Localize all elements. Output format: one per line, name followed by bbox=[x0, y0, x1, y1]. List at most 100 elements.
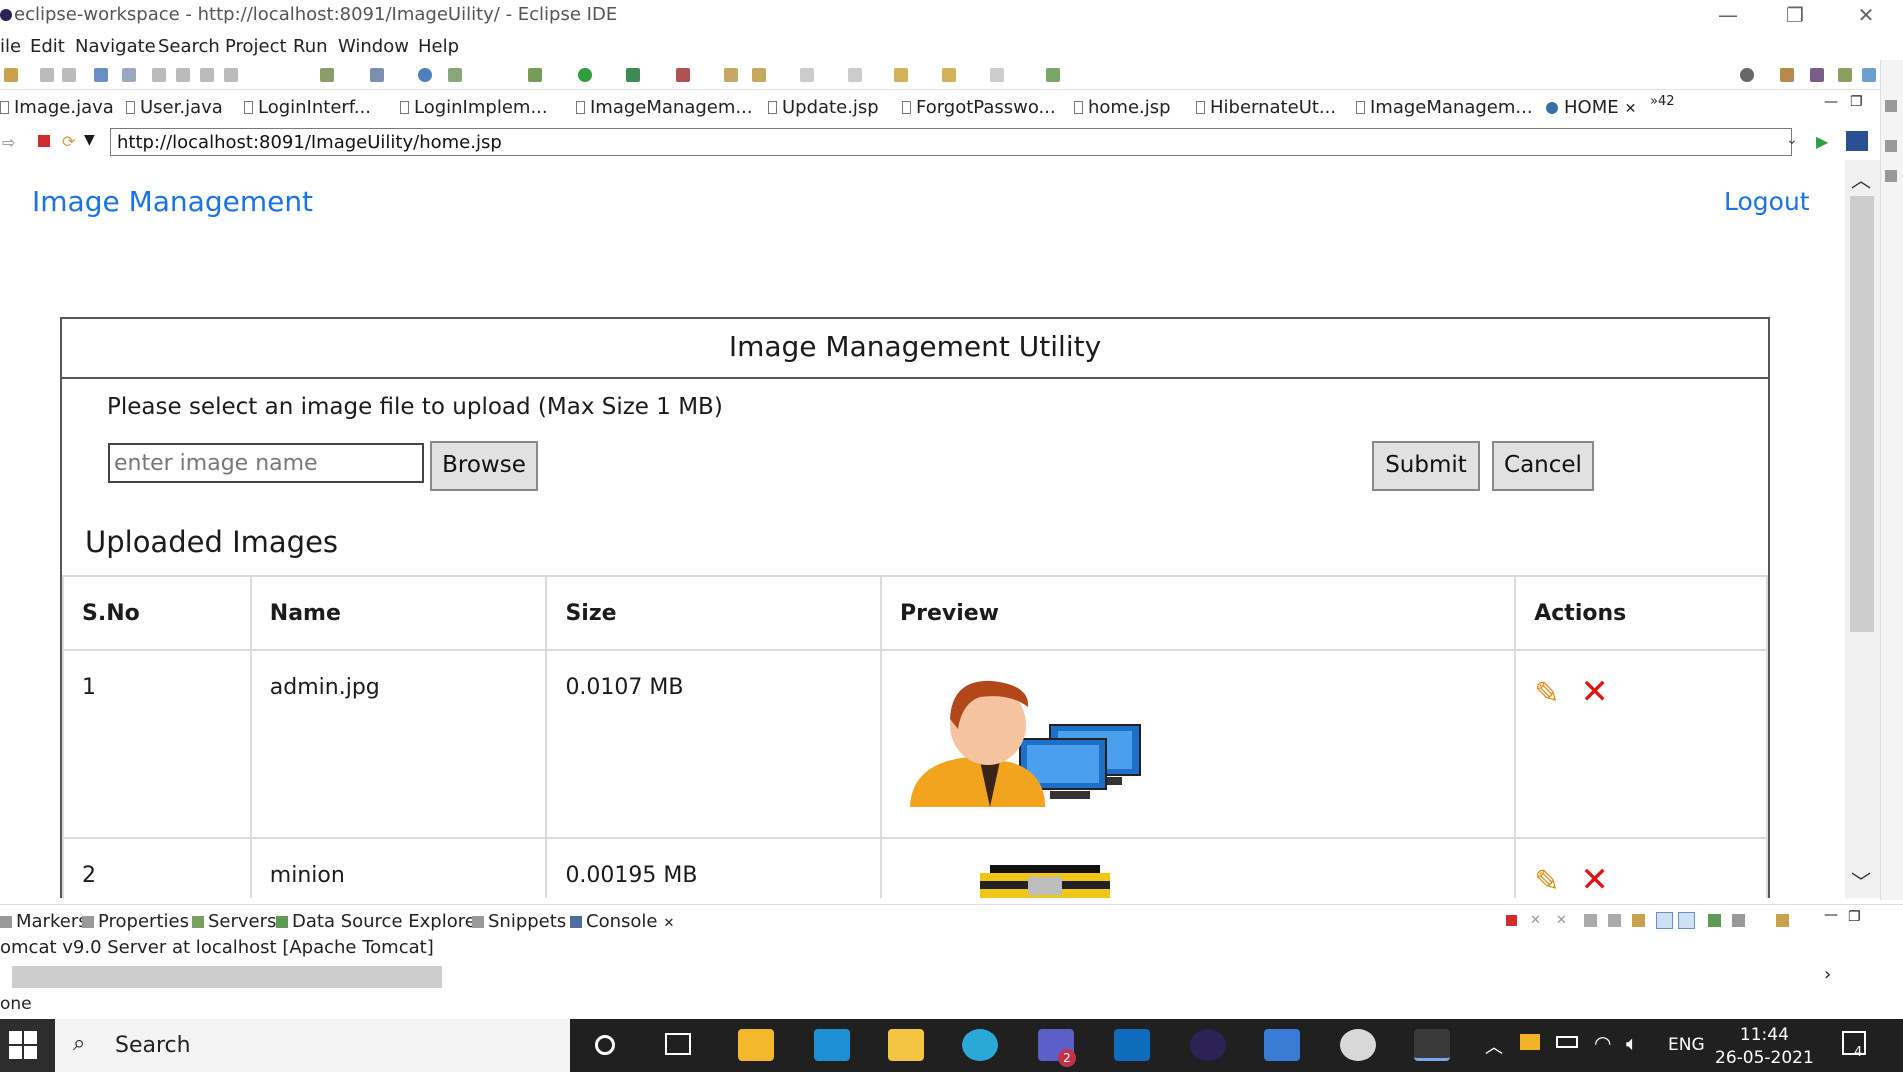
open-type-icon[interactable] bbox=[724, 68, 738, 82]
page-vertical-scrollbar[interactable]: ︿ ﹀ bbox=[1845, 160, 1880, 898]
scroll-down-chevron-icon[interactable]: ﹀ bbox=[1851, 866, 1871, 895]
menu-help[interactable]: Help bbox=[418, 36, 459, 57]
delete-x-icon[interactable]: ✕ bbox=[1580, 675, 1609, 709]
web-browser-icon[interactable] bbox=[1846, 131, 1868, 151]
java-ee-perspective-icon[interactable] bbox=[1810, 68, 1824, 82]
console-horizontal-scrollbar[interactable]: › bbox=[0, 964, 1845, 990]
tab-logininterf[interactable]: LoginInterf... bbox=[244, 97, 371, 118]
display-console-icon[interactable] bbox=[1732, 914, 1745, 927]
file-explorer-icon[interactable] bbox=[888, 1029, 924, 1061]
taskbar-search-box[interactable]: ⌕ Search bbox=[55, 1019, 570, 1072]
resume-icon[interactable] bbox=[152, 68, 166, 82]
browser-forward-icon[interactable]: ⇨ bbox=[2, 133, 15, 152]
tab-overflow[interactable]: »42 bbox=[1650, 94, 1675, 109]
tab-markers[interactable]: Markers bbox=[0, 911, 88, 932]
external-tools-icon[interactable] bbox=[676, 68, 690, 82]
clear-console-icon[interactable] bbox=[1584, 914, 1597, 927]
store-app-icon[interactable] bbox=[738, 1029, 774, 1061]
submit-button[interactable]: Submit bbox=[1372, 441, 1480, 491]
pin-console-icon[interactable] bbox=[1708, 914, 1721, 927]
mail-notify-icon[interactable] bbox=[1520, 1034, 1540, 1050]
terminate-console-icon[interactable] bbox=[1506, 915, 1517, 926]
last-edit-icon[interactable] bbox=[894, 68, 908, 82]
photos-app-icon[interactable] bbox=[1264, 1029, 1300, 1061]
open-console-icon[interactable] bbox=[1776, 914, 1789, 927]
minimize-view-icon[interactable]: — bbox=[1824, 907, 1838, 923]
cancel-button[interactable]: Cancel bbox=[1492, 441, 1594, 491]
disconnect-icon[interactable] bbox=[224, 68, 238, 82]
forward-icon[interactable] bbox=[990, 68, 1004, 82]
edge-browser-icon[interactable] bbox=[962, 1029, 998, 1061]
cortana-icon[interactable] bbox=[595, 1035, 615, 1055]
browser-stop-icon[interactable] bbox=[38, 135, 50, 147]
word-wrap-icon[interactable] bbox=[1632, 914, 1645, 927]
browser-icon[interactable] bbox=[418, 68, 432, 82]
new-icon[interactable] bbox=[4, 68, 18, 82]
outline-view-icon[interactable] bbox=[1885, 100, 1897, 112]
refresh-icon[interactable] bbox=[448, 68, 462, 82]
remove-launch-icon[interactable]: ✕ bbox=[1530, 913, 1541, 928]
save-all-icon[interactable] bbox=[62, 68, 76, 82]
edit-pencil-icon[interactable]: ✎ bbox=[1534, 865, 1559, 899]
open-task-icon[interactable] bbox=[752, 68, 766, 82]
debug-perspective-icon[interactable] bbox=[1838, 68, 1852, 82]
new-server-icon[interactable] bbox=[370, 68, 384, 82]
open-perspective-icon[interactable] bbox=[1780, 68, 1794, 82]
tab-home-browser[interactable]: HOME ✕ bbox=[1546, 97, 1636, 118]
tab-hibernateut[interactable]: HibernateUt... bbox=[1196, 97, 1336, 118]
close-tab-icon[interactable]: ✕ bbox=[663, 916, 674, 931]
eclipse-app-icon[interactable] bbox=[1190, 1029, 1226, 1061]
coverage-icon[interactable] bbox=[626, 68, 640, 82]
scroll-up-chevron-icon[interactable]: ︿ bbox=[1851, 164, 1871, 193]
maximize-view-icon[interactable]: ❐ bbox=[1848, 909, 1861, 925]
web-perspective-icon[interactable] bbox=[1862, 68, 1876, 82]
brand-link[interactable]: Image Management bbox=[32, 185, 313, 218]
url-input[interactable] bbox=[110, 128, 1792, 156]
edit-pencil-icon[interactable]: ✎ bbox=[1534, 677, 1559, 711]
maximize-view-icon[interactable]: ❐ bbox=[1850, 94, 1863, 110]
back-icon[interactable] bbox=[942, 68, 956, 82]
debug-icon[interactable] bbox=[528, 68, 542, 82]
run-icon[interactable] bbox=[578, 68, 592, 82]
logout-link[interactable]: Logout bbox=[1724, 187, 1810, 216]
tab-imagemanagem-2[interactable]: ImageManagem... bbox=[1356, 97, 1533, 118]
tab-image-java[interactable]: Image.java bbox=[0, 97, 114, 118]
taskbar-clock[interactable]: 11:44 26-05-2021 bbox=[1715, 1024, 1814, 1070]
language-indicator[interactable]: ENG bbox=[1668, 1035, 1705, 1055]
volume-icon[interactable]: 🔈︎ bbox=[1626, 1031, 1638, 1055]
save-icon[interactable] bbox=[40, 68, 54, 82]
tab-user-java[interactable]: User.java bbox=[126, 97, 223, 118]
minimize-button[interactable]: — bbox=[1698, 0, 1758, 32]
show-on-error-icon[interactable] bbox=[1678, 912, 1695, 929]
tab-snippets[interactable]: Snippets bbox=[472, 911, 566, 932]
start-button[interactable] bbox=[0, 1019, 55, 1072]
menu-window[interactable]: Window bbox=[338, 36, 409, 57]
skip-breakpoints-icon[interactable] bbox=[122, 68, 136, 82]
scroll-thumb[interactable] bbox=[12, 966, 442, 988]
image-name-input[interactable] bbox=[108, 443, 424, 483]
terminate-icon[interactable] bbox=[200, 68, 214, 82]
menu-navigate[interactable]: Navigate bbox=[75, 36, 156, 57]
delete-x-icon[interactable]: ✕ bbox=[1580, 863, 1609, 897]
battery-icon[interactable] bbox=[1556, 1036, 1578, 1048]
server-icon[interactable] bbox=[320, 68, 334, 82]
snip-app-icon[interactable] bbox=[1340, 1029, 1376, 1061]
show-hidden-icons-icon[interactable]: ︿ bbox=[1485, 1033, 1503, 1059]
mail-app-icon[interactable] bbox=[814, 1029, 850, 1061]
tab-forgotpasswo[interactable]: ForgotPasswo... bbox=[902, 97, 1056, 118]
tab-home-jsp[interactable]: home.jsp bbox=[1074, 97, 1171, 118]
active-app-icon[interactable] bbox=[1414, 1029, 1450, 1061]
menu-search[interactable]: Search bbox=[158, 36, 220, 57]
pin-editor-icon[interactable] bbox=[1046, 68, 1060, 82]
tab-data-source-explorer[interactable]: Data Source Explorer bbox=[276, 911, 483, 932]
tab-update-jsp[interactable]: Update.jsp bbox=[768, 97, 879, 118]
close-tab-icon[interactable]: ✕ bbox=[1625, 101, 1637, 117]
scroll-right-chevron-icon[interactable]: › bbox=[1824, 964, 1831, 985]
annotation-icon[interactable] bbox=[800, 68, 814, 82]
minimize-view-icon[interactable]: — bbox=[1824, 94, 1838, 110]
tab-servers[interactable]: Servers bbox=[192, 911, 276, 932]
show-on-output-icon[interactable] bbox=[1656, 912, 1673, 929]
tab-imagemanagem-1[interactable]: ImageManagem... bbox=[576, 97, 753, 118]
task-list-icon[interactable] bbox=[1885, 140, 1897, 152]
suspend-icon[interactable] bbox=[176, 68, 190, 82]
